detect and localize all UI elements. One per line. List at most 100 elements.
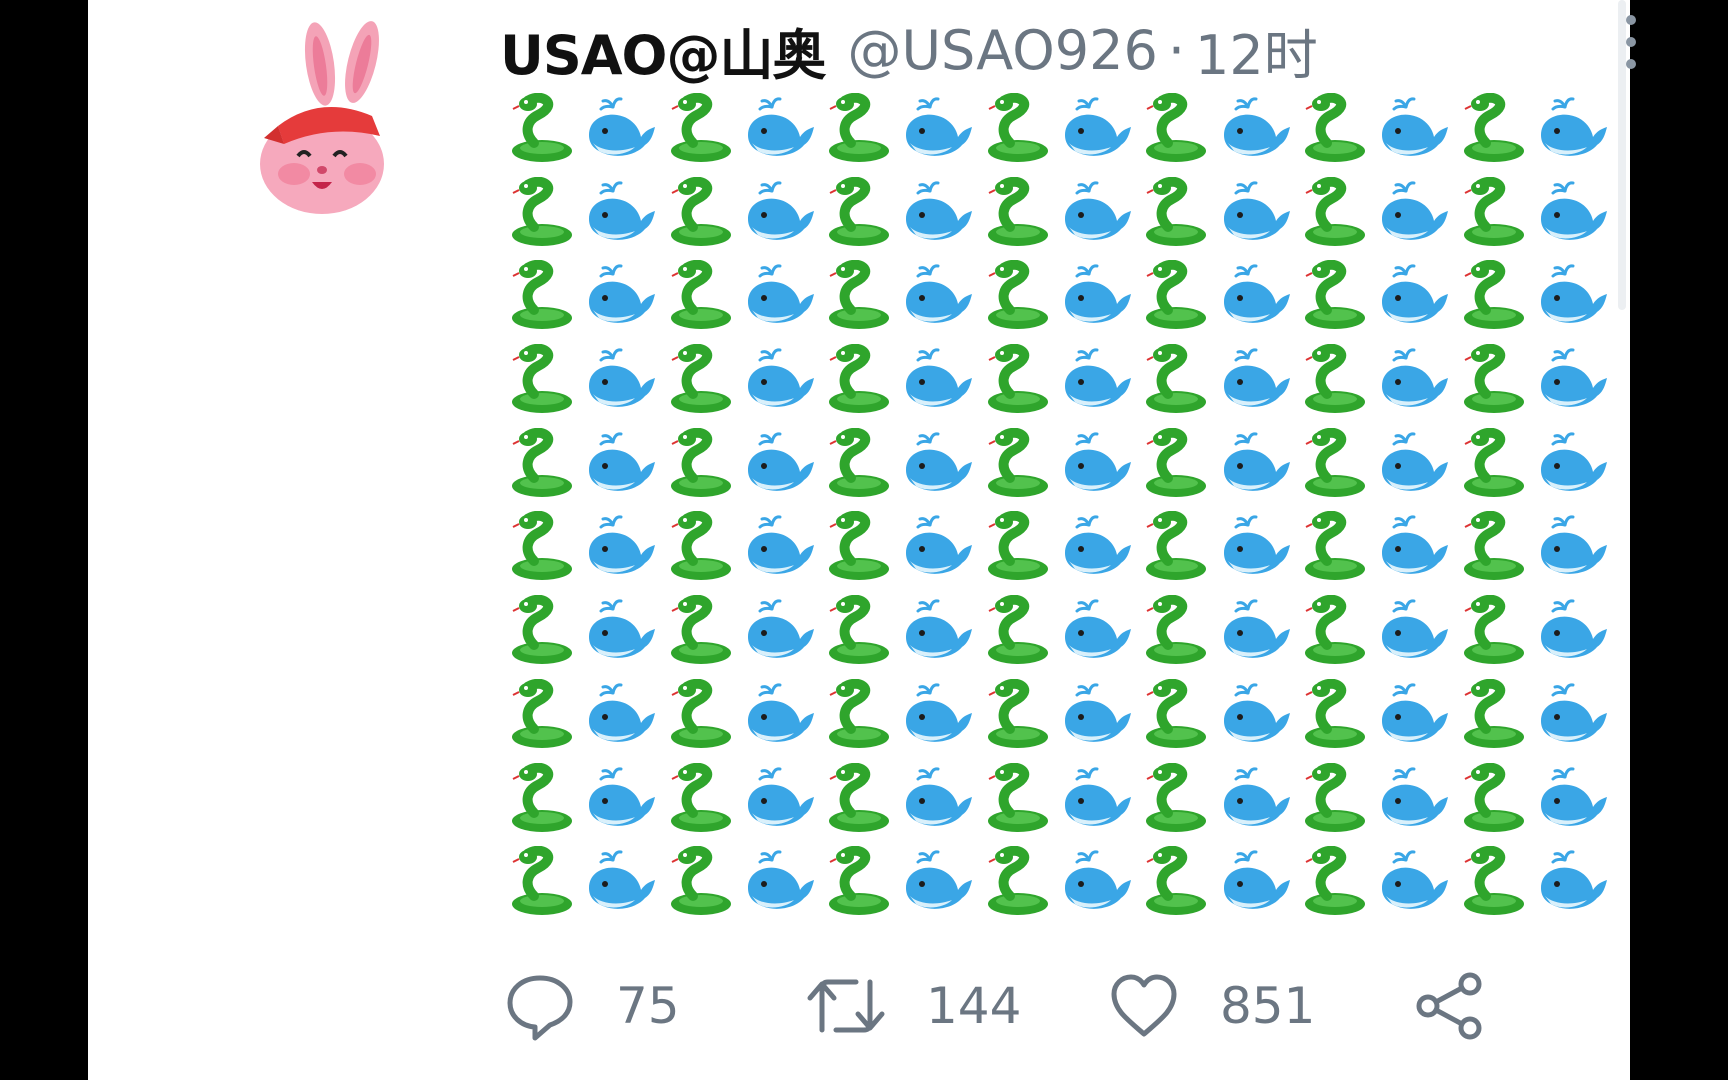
whale-emoji-icon bbox=[589, 348, 656, 407]
snake-emoji-icon bbox=[670, 762, 731, 832]
whale-emoji-icon bbox=[1382, 850, 1449, 910]
whale-emoji-icon bbox=[1223, 850, 1290, 910]
author-handle[interactable]: @USAO926 bbox=[847, 19, 1157, 82]
whale-emoji-icon bbox=[747, 599, 814, 658]
snake-emoji bbox=[663, 172, 742, 256]
whale-emoji-icon bbox=[906, 766, 973, 826]
author-name[interactable]: USAO@山奥 bbox=[500, 11, 826, 90]
whale-emoji bbox=[1059, 758, 1138, 842]
whale-emoji bbox=[1535, 88, 1614, 172]
like-button[interactable]: 851 bbox=[1108, 966, 1315, 1046]
tweet-header: USAO@山奥 @USAO926 · 12时 bbox=[500, 10, 1318, 90]
whale-emoji-icon bbox=[1223, 432, 1290, 491]
snake-emoji-icon bbox=[1146, 846, 1207, 916]
whale-emoji bbox=[900, 590, 979, 674]
tweet-card[interactable]: USAO@山奥 @USAO926 · 12时 75 144 851 bbox=[88, 0, 1636, 1080]
rabbit-avatar-icon bbox=[260, 21, 384, 214]
snake-emoji bbox=[504, 339, 583, 423]
snake-emoji bbox=[1297, 758, 1376, 842]
whale-emoji-icon bbox=[589, 432, 656, 491]
snake-emoji-icon bbox=[670, 260, 731, 330]
snake-emoji-icon bbox=[670, 344, 731, 414]
snake-emoji-icon bbox=[829, 176, 890, 246]
snake-emoji-icon bbox=[987, 511, 1048, 581]
snake-emoji bbox=[821, 339, 900, 423]
whale-emoji-icon bbox=[589, 850, 656, 910]
heart-icon bbox=[1111, 974, 1177, 1037]
whale-emoji-icon bbox=[589, 766, 656, 826]
whale-emoji-icon bbox=[1065, 850, 1132, 910]
snake-emoji bbox=[663, 423, 742, 507]
snake-emoji-icon bbox=[512, 344, 572, 414]
whale-emoji-icon bbox=[1540, 515, 1607, 575]
whale-emoji bbox=[1059, 674, 1138, 758]
reply-bubble-icon bbox=[507, 975, 573, 1041]
snake-emoji bbox=[821, 590, 900, 674]
snake-emoji bbox=[1297, 172, 1376, 256]
snake-emoji-icon bbox=[829, 511, 890, 581]
snake-emoji bbox=[821, 674, 900, 758]
snake-emoji bbox=[504, 172, 583, 256]
whale-emoji bbox=[1535, 841, 1614, 925]
whale-emoji-icon bbox=[906, 97, 973, 156]
snake-emoji-icon bbox=[1304, 846, 1365, 916]
whale-emoji bbox=[1059, 88, 1138, 172]
snake-emoji-icon bbox=[1463, 846, 1524, 916]
snake-emoji-icon bbox=[1463, 678, 1524, 748]
snake-emoji-icon bbox=[1463, 176, 1524, 246]
snake-emoji bbox=[504, 88, 583, 172]
whale-emoji bbox=[1218, 172, 1297, 256]
tweet-time[interactable]: 12时 bbox=[1195, 11, 1318, 90]
snake-emoji-icon bbox=[670, 678, 731, 748]
snake-emoji bbox=[1456, 590, 1535, 674]
whale-emoji bbox=[1059, 506, 1138, 590]
reply-button[interactable]: 75 bbox=[504, 966, 680, 1046]
snake-emoji bbox=[821, 506, 900, 590]
whale-emoji-icon bbox=[589, 97, 656, 156]
avatar[interactable] bbox=[260, 14, 420, 214]
whale-emoji-icon bbox=[1223, 181, 1290, 240]
whale-emoji-icon bbox=[1382, 264, 1449, 324]
snake-emoji-icon bbox=[1146, 176, 1207, 246]
snake-emoji bbox=[504, 255, 583, 339]
whale-emoji-icon bbox=[906, 515, 973, 575]
whale-emoji bbox=[742, 506, 821, 590]
snake-emoji-icon bbox=[987, 846, 1048, 916]
whale-emoji bbox=[1218, 590, 1297, 674]
share-button[interactable] bbox=[1414, 966, 1486, 1046]
snake-emoji-icon bbox=[987, 260, 1048, 330]
whale-emoji-icon bbox=[747, 766, 814, 826]
whale-emoji-icon bbox=[589, 181, 656, 240]
snake-emoji-icon bbox=[987, 762, 1048, 832]
whale-emoji bbox=[900, 339, 979, 423]
snake-emoji bbox=[1456, 841, 1535, 925]
whale-emoji bbox=[900, 88, 979, 172]
whale-emoji-icon bbox=[906, 683, 973, 742]
whale-emoji-icon bbox=[906, 348, 973, 407]
snake-emoji bbox=[980, 423, 1059, 507]
whale-emoji-icon bbox=[589, 515, 656, 575]
whale-emoji bbox=[1218, 255, 1297, 339]
whale-emoji bbox=[1535, 255, 1614, 339]
whale-emoji bbox=[1376, 255, 1455, 339]
whale-emoji bbox=[1059, 172, 1138, 256]
snake-emoji bbox=[821, 88, 900, 172]
whale-emoji-icon bbox=[589, 683, 656, 742]
snake-emoji-icon bbox=[1304, 427, 1365, 497]
whale-emoji-icon bbox=[1540, 683, 1607, 742]
snake-emoji bbox=[1138, 255, 1217, 339]
snake-emoji-icon bbox=[829, 427, 890, 497]
whale-emoji bbox=[1218, 506, 1297, 590]
whale-emoji bbox=[900, 674, 979, 758]
whale-emoji bbox=[1376, 758, 1455, 842]
snake-emoji bbox=[821, 423, 900, 507]
more-button[interactable] bbox=[1618, 12, 1644, 72]
snake-emoji-icon bbox=[1463, 762, 1524, 832]
snake-emoji-icon bbox=[670, 846, 731, 916]
whale-emoji-icon bbox=[747, 264, 814, 324]
whale-emoji-icon bbox=[1382, 348, 1449, 407]
retweet-button[interactable]: 144 bbox=[806, 966, 1021, 1046]
whale-emoji-icon bbox=[747, 515, 814, 575]
whale-emoji bbox=[583, 88, 662, 172]
snake-emoji bbox=[1138, 88, 1217, 172]
